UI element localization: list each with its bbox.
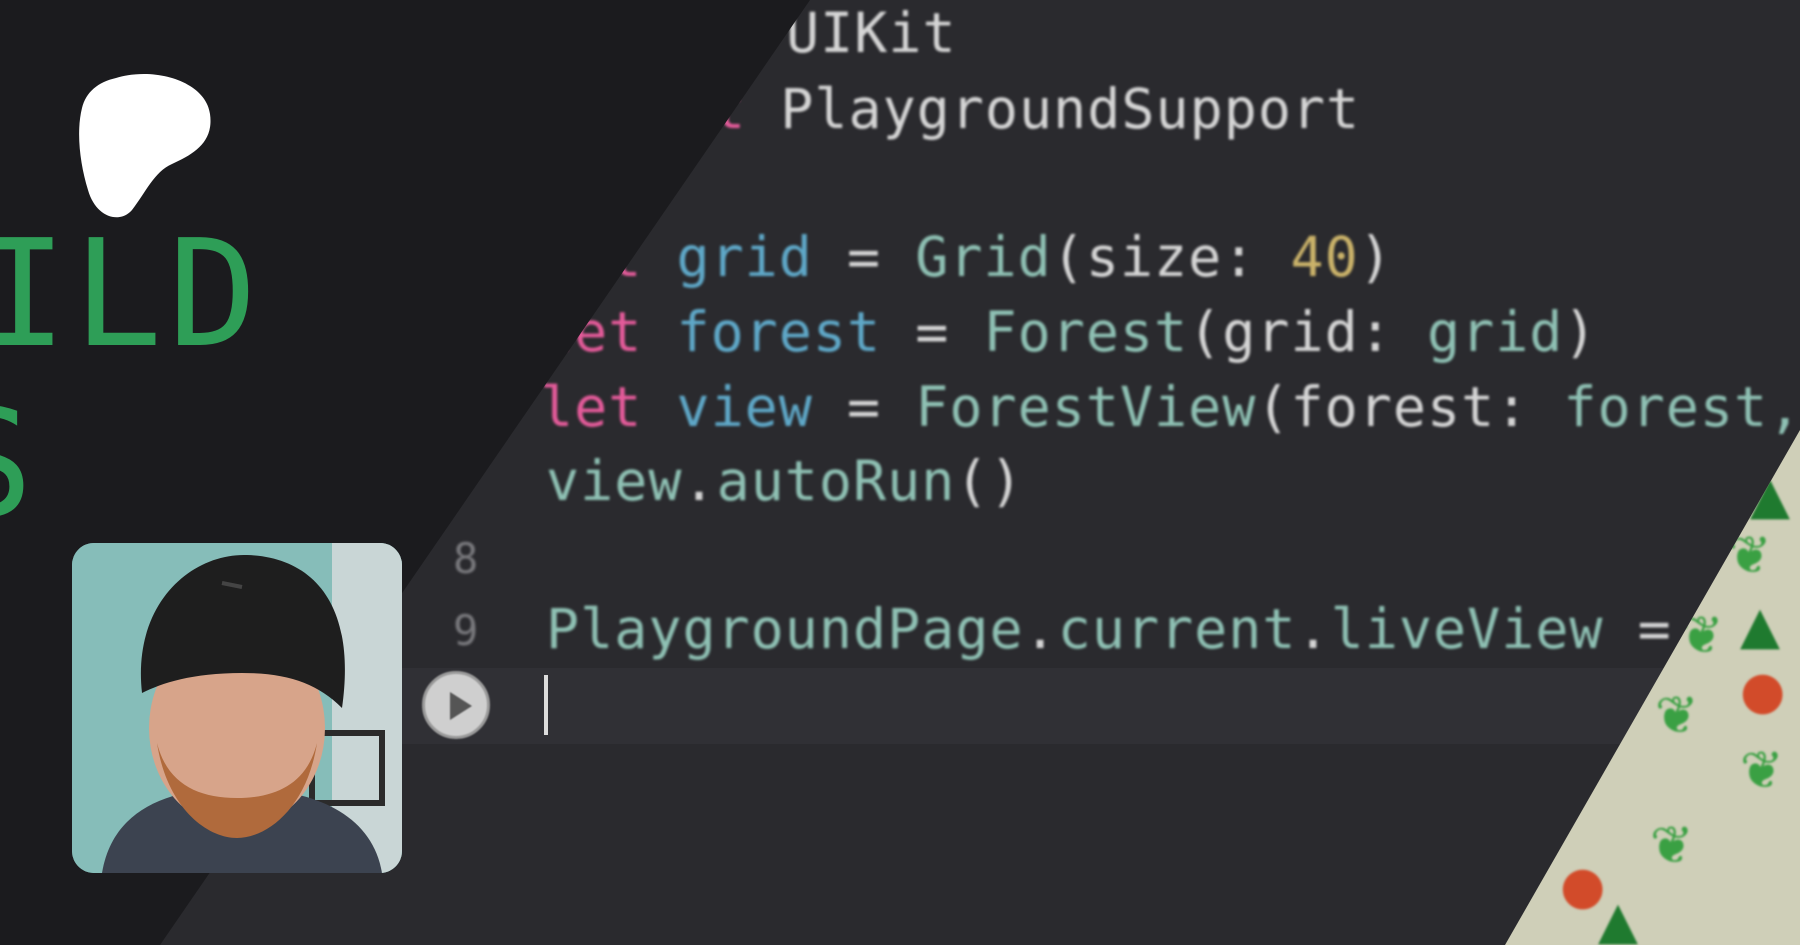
code-token: liveView — [1330, 597, 1604, 661]
code-token: PlaygroundSupport — [780, 77, 1361, 141]
code-line-2: t PlaygroundSupport — [712, 72, 1360, 147]
tree-icon: ▲ — [1740, 596, 1780, 656]
fire-icon: ● — [1740, 661, 1786, 721]
code-token: (grid: — [1188, 300, 1427, 364]
code-token: . — [1296, 597, 1331, 661]
brand-text-line-1: ILD — [0, 208, 264, 380]
code-token: forest — [676, 300, 882, 364]
code-token: PlaygroundPage — [546, 597, 1024, 661]
thumbnail: UIKit t PlaygroundSupport let grid = Gri… — [0, 0, 1800, 945]
run-play-icon[interactable] — [422, 671, 490, 739]
code-token: (forest: — [1256, 375, 1564, 439]
code-token: . — [682, 449, 717, 513]
line-number-9: 9 — [453, 606, 479, 655]
code-token: = — [1603, 597, 1672, 661]
sprout-icon: ❦ — [1650, 816, 1694, 876]
text-caret — [544, 675, 548, 735]
code-token: = — [881, 300, 984, 364]
code-token: ) — [1563, 300, 1598, 364]
code-token: current — [1057, 597, 1297, 661]
code-line-1: UIKit — [786, 0, 957, 71]
code-token: ForestView — [915, 375, 1257, 439]
code-token: 40 — [1290, 225, 1359, 289]
code-token: UIKit — [786, 1, 957, 65]
code-token: . — [1023, 597, 1058, 661]
code-line-9: PlaygroundPage.current.liveView = — [546, 592, 1672, 667]
code-token: () — [955, 449, 1024, 513]
line-number-8: 8 — [453, 534, 479, 583]
code-token: t — [712, 77, 781, 141]
code-token: Grid — [915, 225, 1052, 289]
brand-text-line-2: S — [0, 390, 39, 538]
code-token: view — [676, 375, 813, 439]
code-token: grid — [1426, 300, 1564, 364]
code-token: grid — [676, 225, 813, 289]
code-token: forest, — [1563, 375, 1800, 439]
code-line-6: let view = ForestView(forest: forest, — [540, 370, 1800, 445]
code-line-4: let grid = Grid(size: 40) — [540, 220, 1393, 295]
code-token: let — [540, 225, 677, 289]
code-token: (size: — [1051, 225, 1291, 289]
code-token: = — [812, 225, 916, 289]
code-token: = — [812, 375, 916, 439]
code-line-5: let forest = Forest(grid: grid) — [540, 295, 1598, 370]
tree-icon: ▲ — [1598, 891, 1638, 945]
avatar — [72, 543, 402, 873]
code-token: let — [540, 300, 677, 364]
code-token: autoRun — [716, 449, 956, 513]
sprout-icon: ❦ — [1740, 741, 1784, 801]
code-token: let — [540, 375, 677, 439]
code-token: view — [546, 449, 683, 513]
patreon-logo-icon — [79, 74, 211, 218]
code-token: Forest — [983, 300, 1189, 364]
code-line-7: view.autoRun() — [546, 444, 1024, 519]
sprout-icon: ❦ — [1655, 686, 1699, 746]
code-token: ) — [1358, 225, 1393, 289]
